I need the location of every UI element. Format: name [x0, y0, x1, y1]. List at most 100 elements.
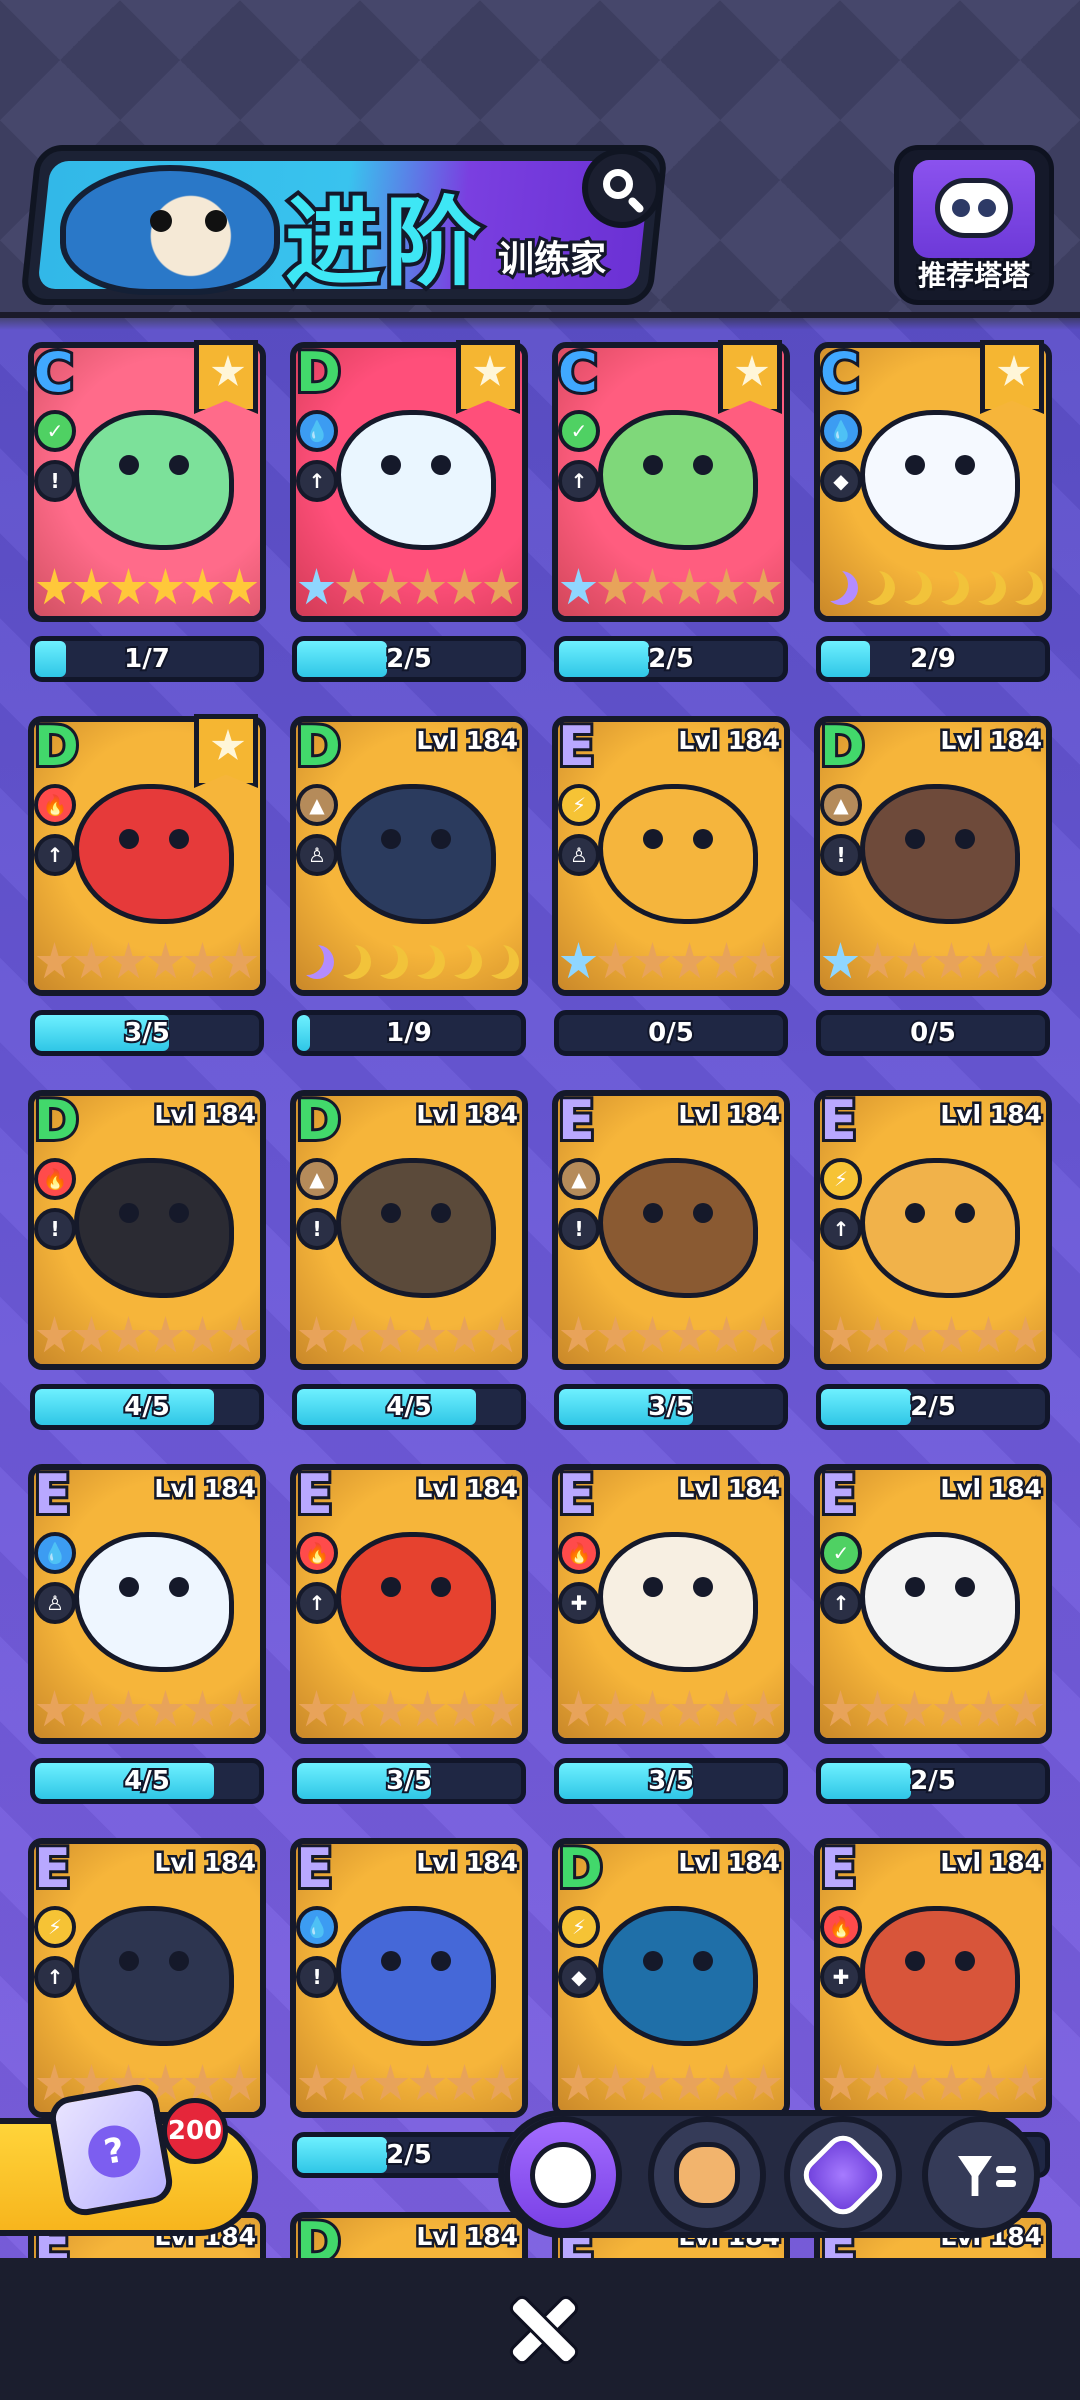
hero-card[interactable]: D 💧 ↑: [290, 340, 528, 622]
grade-label: D: [293, 2211, 344, 2259]
star-icon: [221, 2064, 258, 2101]
progress-text: 3/5: [122, 1016, 172, 1050]
role-glyph: !: [836, 843, 846, 867]
hero-card[interactable]: D 🔥 ↑: [28, 714, 266, 996]
star-icon: [671, 2064, 708, 2101]
element-icon: ✓: [820, 1532, 862, 1574]
grade-label: E: [293, 1837, 336, 1900]
level-label: Lvl 184: [938, 724, 1045, 758]
star-icon: [597, 1690, 634, 1727]
star-icon: [36, 1690, 73, 1727]
hero-card[interactable]: E Lvl 184 💧!: [290, 1838, 528, 2118]
hero-card[interactable]: E Lvl 184 ✓ ↑: [814, 1464, 1052, 1744]
hero-card[interactable]: D Lvl 184 🔥!: [28, 1090, 266, 1370]
element-glyph: ▲: [571, 1167, 587, 1191]
hero-card[interactable]: C 💧 ◆: [814, 340, 1052, 622]
star-icon: [298, 1316, 335, 1353]
star-icon: [298, 1690, 335, 1727]
role-glyph: ♙: [46, 1591, 64, 1615]
progress-bar: 4/5: [30, 1384, 264, 1430]
star-icon: [409, 568, 446, 605]
close-icon[interactable]: [505, 2292, 575, 2362]
star-rating: [560, 2058, 782, 2110]
star-rating: [36, 936, 258, 988]
hero-card[interactable]: E Lvl 184 💧 ♙: [28, 1464, 266, 1744]
star-icon: [221, 1316, 258, 1353]
tab-hamster-icon[interactable]: [648, 2116, 766, 2234]
hero-card[interactable]: D Lvl 184 ▲!: [290, 1090, 528, 1370]
star-icon: [1007, 2064, 1044, 2101]
star-icon: [597, 2064, 634, 2101]
star-icon: [184, 1316, 221, 1353]
progress-bar: 3/5: [292, 1758, 526, 1804]
level-label: Lvl 184: [152, 1846, 259, 1880]
progress-text: 2/5: [384, 2138, 434, 2172]
star-rating: [560, 1684, 782, 1736]
recommend-button[interactable]: 推荐塔塔: [894, 145, 1054, 305]
moon-icon: [861, 571, 895, 605]
star-rating: [298, 2058, 520, 2110]
hero-card[interactable]: D Lvl 184 ⚡ ◆: [552, 1838, 790, 2118]
element-icon: 🔥: [820, 1906, 862, 1948]
element-glyph: 🔥: [304, 1541, 330, 1565]
hero-card[interactable]: E Lvl 184 ⚡ ↑: [28, 1838, 266, 2118]
star-icon: [110, 1316, 147, 1353]
hero-card[interactable]: E Lvl 184 🔥 ✚: [814, 1838, 1052, 2118]
progress-text: 2/9: [908, 642, 958, 676]
hero-card[interactable]: E Lvl 184 ⚡ ♙: [552, 716, 790, 996]
hero-card[interactable]: E Lvl 184 ⚡ ↑: [814, 1090, 1052, 1370]
element-glyph: 💧: [304, 419, 330, 443]
moon-icon: [485, 945, 519, 979]
role-icon: ♙: [34, 1582, 76, 1624]
role-icon: ◆: [820, 460, 862, 502]
hero-card[interactable]: E Lvl 184 🔥 ✚: [552, 1464, 790, 1744]
hero-card[interactable]: D Lvl 184 ▲ ♙: [290, 716, 528, 996]
search-icon: [603, 169, 633, 199]
star-icon: [745, 2064, 782, 2101]
element-icon: 🔥: [34, 784, 76, 826]
star-icon: [1007, 1690, 1044, 1727]
progress-bar: 0/5: [816, 1010, 1050, 1056]
hero-card[interactable]: D Lvl 184: [290, 2212, 528, 2258]
star-rating: [560, 936, 782, 988]
star-icon: [896, 2064, 933, 2101]
level-label: Lvl 184: [414, 2220, 521, 2254]
role-icon: ↑: [820, 1582, 862, 1624]
star-icon: [73, 568, 110, 605]
progress-bar: 3/5: [554, 1758, 788, 1804]
element-icon: ✓: [34, 410, 76, 452]
grade-label: C: [31, 341, 77, 404]
hero-card[interactable]: C ✓ ↑: [552, 340, 790, 622]
element-icon: 🔥: [296, 1532, 338, 1574]
star-icon: [634, 1316, 671, 1353]
element-icon: ▲: [820, 784, 862, 826]
tab-cat-icon[interactable]: [504, 2116, 622, 2234]
star-icon: [597, 1316, 634, 1353]
hero-card[interactable]: D Lvl 184 ▲!: [814, 716, 1052, 996]
dice-icon[interactable]: ?: [46, 2081, 176, 2219]
element-icon: ▲: [558, 1158, 600, 1200]
star-rating: [298, 1310, 520, 1362]
progress-text: 2/5: [908, 1764, 958, 1798]
element-icon: ▲: [296, 1158, 338, 1200]
star-icon: [970, 1316, 1007, 1353]
grade-label: E: [555, 1463, 598, 1526]
star-icon: [335, 568, 372, 605]
grade-label: D: [293, 341, 344, 404]
hero-card[interactable]: C ✓!: [28, 340, 266, 622]
mascot-eye: [150, 210, 172, 232]
hero-card[interactable]: E Lvl 184 🔥 ↑: [290, 1464, 528, 1744]
progress-text: 0/5: [646, 1016, 696, 1050]
level-label: Lvl 184: [676, 1098, 783, 1132]
tab-gem-icon[interactable]: [784, 2116, 902, 2234]
filter-icon[interactable]: [922, 2116, 1040, 2234]
role-icon: !: [820, 834, 862, 876]
role-icon: ↑: [296, 1582, 338, 1624]
star-icon: [822, 1690, 859, 1727]
star-icon: [409, 1316, 446, 1353]
star-rating: [298, 562, 520, 614]
star-icon: [933, 1690, 970, 1727]
hero-card[interactable]: E Lvl 184 ▲!: [552, 1090, 790, 1370]
star-icon: [970, 2064, 1007, 2101]
search-button[interactable]: [582, 148, 662, 228]
